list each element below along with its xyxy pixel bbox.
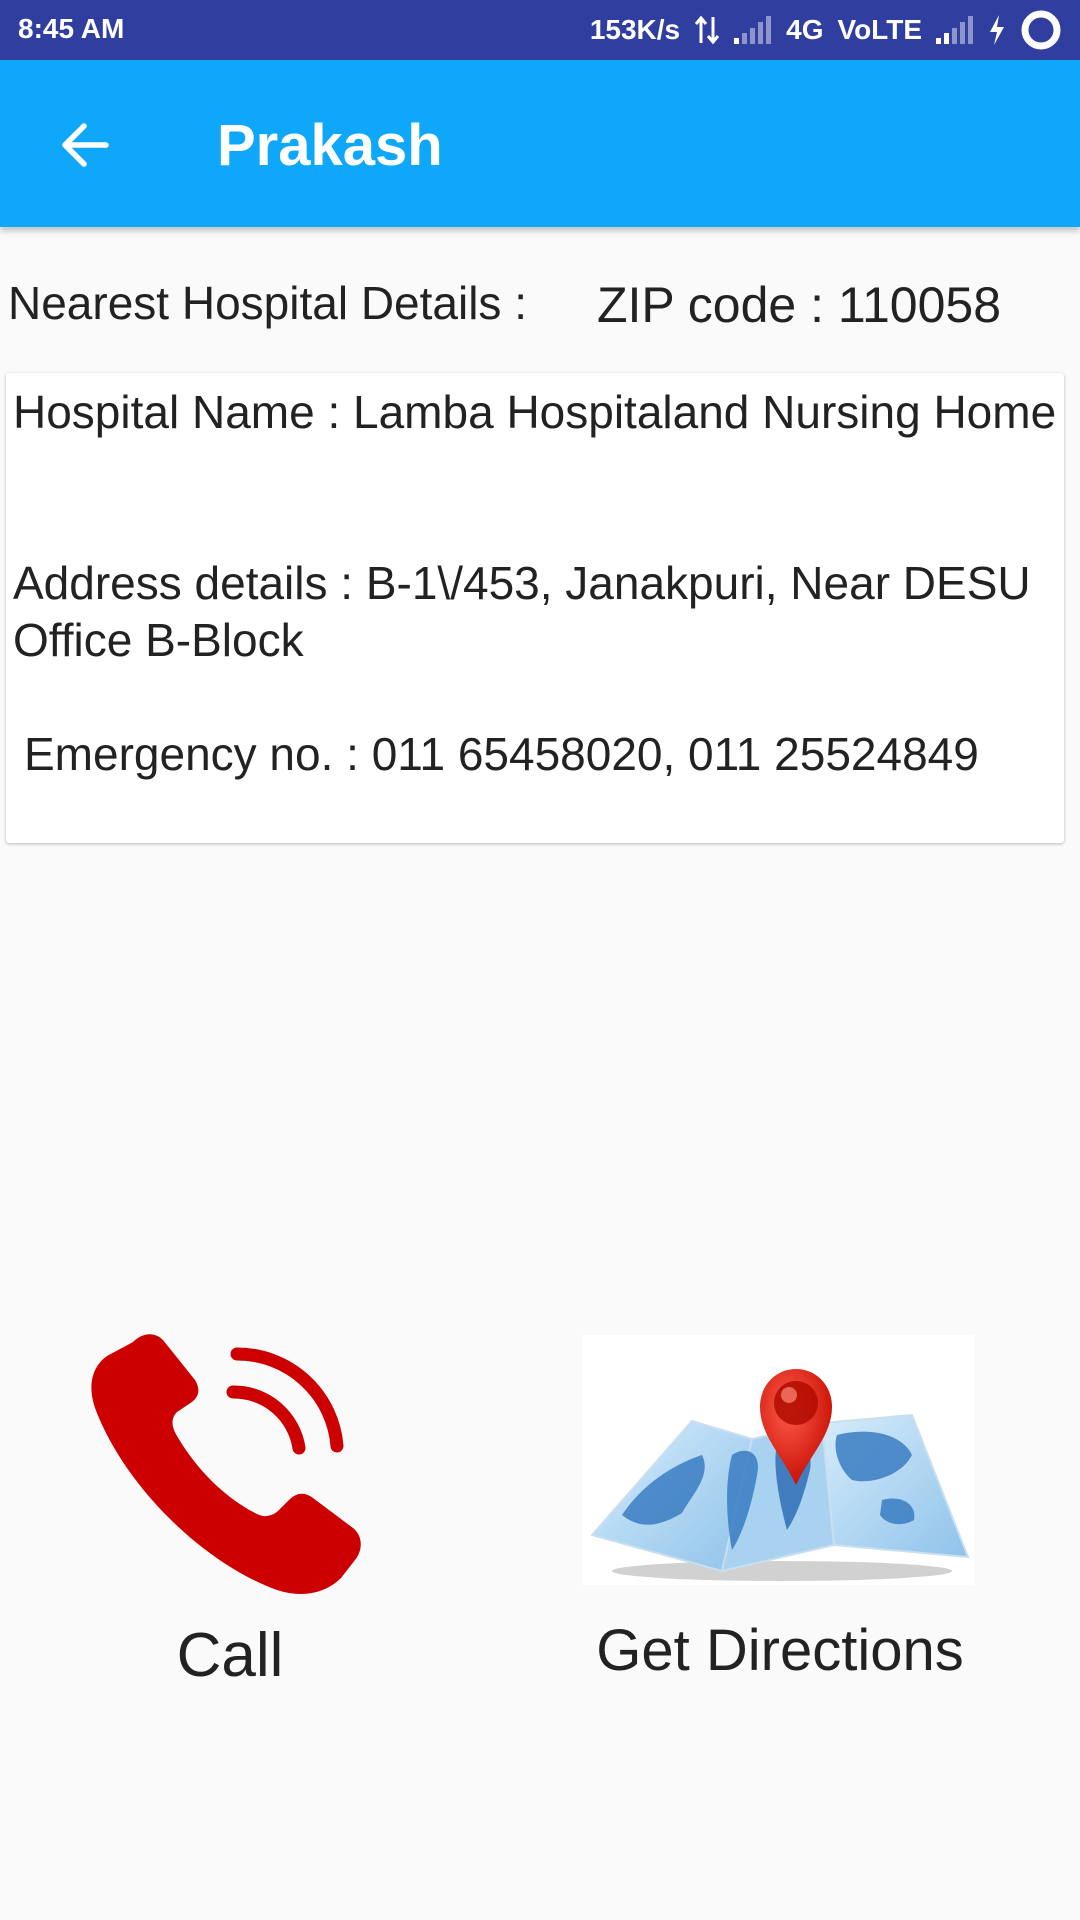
status-icons: 153K/s 4G VoLTE [590, 8, 1062, 52]
page-title: Prakash [217, 113, 443, 178]
status-bar: 8:45 AM 153K/s 4G VoLTE [0, 0, 1080, 60]
hospital-card: Hospital Name : Lamba Hospitaland Nursin… [6, 373, 1064, 843]
get-directions-button[interactable]: Get Directions [580, 1335, 980, 1725]
status-time: 8:45 AM [18, 13, 125, 44]
phone-icon [91, 1334, 361, 1594]
app-bar: Prakash [0, 60, 1080, 227]
hospital-address: Address details : B-1\/453, Janakpuri, N… [13, 557, 1031, 666]
call-label: Call [176, 1621, 284, 1690]
battery-ring-icon [1021, 10, 1061, 50]
back-button[interactable] [40, 100, 130, 190]
charging-icon [990, 15, 1004, 45]
directions-label: Get Directions [596, 1618, 964, 1683]
net-speed: 153K/s [589, 14, 681, 45]
signal-weak-icon [734, 16, 772, 44]
volte-indicator: VoLTE [837, 14, 922, 45]
call-button[interactable]: Call [80, 1320, 380, 1720]
network-type: 4G [786, 14, 824, 45]
arrow-left-icon [62, 123, 109, 167]
zip-code-label: ZIP code : 110058 [597, 277, 1002, 333]
section-label: Nearest Hospital Details : [8, 277, 527, 329]
hospital-name: Hospital Name : Lamba Hospitaland Nursin… [13, 386, 1057, 438]
signal-icon [936, 16, 973, 44]
emergency-number: Emergency no. : 011 65458020, 011 255248… [24, 728, 979, 780]
data-transfer-icon [694, 15, 720, 45]
map-pin-icon [582, 1335, 974, 1585]
